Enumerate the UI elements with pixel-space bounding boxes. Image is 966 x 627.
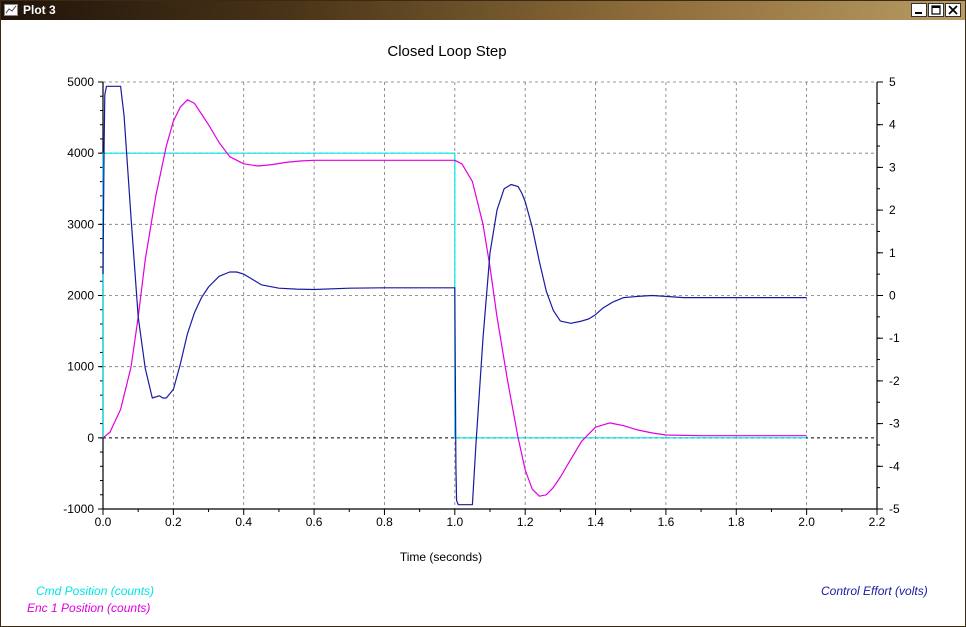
y2-tick-label: 2 <box>889 203 896 217</box>
y-tick-label: 5000 <box>67 75 94 89</box>
y2-tick-label: 4 <box>889 118 896 132</box>
x-tick-label: 0.2 <box>165 515 182 529</box>
minimize-icon <box>915 12 922 14</box>
y-tick-label: 0 <box>87 431 94 445</box>
minimize-button[interactable] <box>911 3 927 17</box>
x-tick-label: 0.0 <box>95 515 112 529</box>
chart-title: Closed Loop Step <box>387 43 506 60</box>
x-tick-label: 1.2 <box>517 515 534 529</box>
y2-tick-label: 1 <box>889 246 896 260</box>
x-tick-label: 1.8 <box>728 515 745 529</box>
y2-tick-label: 0 <box>889 289 896 303</box>
x-tick-label: 0.8 <box>376 515 393 529</box>
y2-tick-label: 3 <box>889 160 896 174</box>
window-title: Plot 3 <box>23 3 56 17</box>
maximize-icon <box>931 5 941 15</box>
close-button[interactable] <box>945 3 961 17</box>
y2-tick-label: -4 <box>889 459 900 473</box>
y2-tick-label: -3 <box>889 417 900 431</box>
y2-tick-label: 5 <box>889 75 896 89</box>
legend-cmd-position: Cmd Position (counts) <box>36 584 155 598</box>
close-icon <box>948 5 958 15</box>
x-tick-label: 0.4 <box>235 515 252 529</box>
y-tick-label: -1000 <box>63 502 94 516</box>
plot-app-icon[interactable] <box>4 4 18 16</box>
x-tick-label: 1.4 <box>587 515 604 529</box>
y2-tick-label: -1 <box>889 331 900 345</box>
y-tick-label: 4000 <box>67 146 94 160</box>
y2-tick-label: -2 <box>889 374 900 388</box>
axes: 0.0 0.2 0.4 0.6 0.8 1.0 1.2 1.4 1.6 1.8 2.0 2.2 5000… <box>63 75 900 529</box>
title-bar[interactable]: Plot 3 <box>1 1 965 20</box>
y-tick-label: 2000 <box>67 289 94 303</box>
x-tick-label: 2.0 <box>798 515 815 529</box>
y2-tick-label: -5 <box>889 502 900 516</box>
plot-window: Plot 3 Closed Loop Step 0.0 0.2 0.4 0.6 0.8 1… <box>0 0 966 627</box>
x-tick-label: 1.0 <box>446 515 463 529</box>
legend-control-effort: Control Effort (volts) <box>821 584 928 598</box>
legend-enc1-position: Enc 1 Position (counts) <box>27 601 151 615</box>
y-tick-label: 3000 <box>67 217 94 231</box>
grid-lines <box>103 81 878 509</box>
x-tick-label: 2.2 <box>869 515 886 529</box>
maximize-button[interactable] <box>928 3 944 17</box>
x-tick-label: 1.6 <box>658 515 675 529</box>
chart-area: Closed Loop Step 0.0 0.2 0.4 0.6 0.8 1.0 1.2 1.… <box>63 43 900 564</box>
y-tick-label: 1000 <box>67 360 94 374</box>
x-axis-label: Time (seconds) <box>400 550 482 564</box>
x-tick-label: 0.6 <box>306 515 323 529</box>
